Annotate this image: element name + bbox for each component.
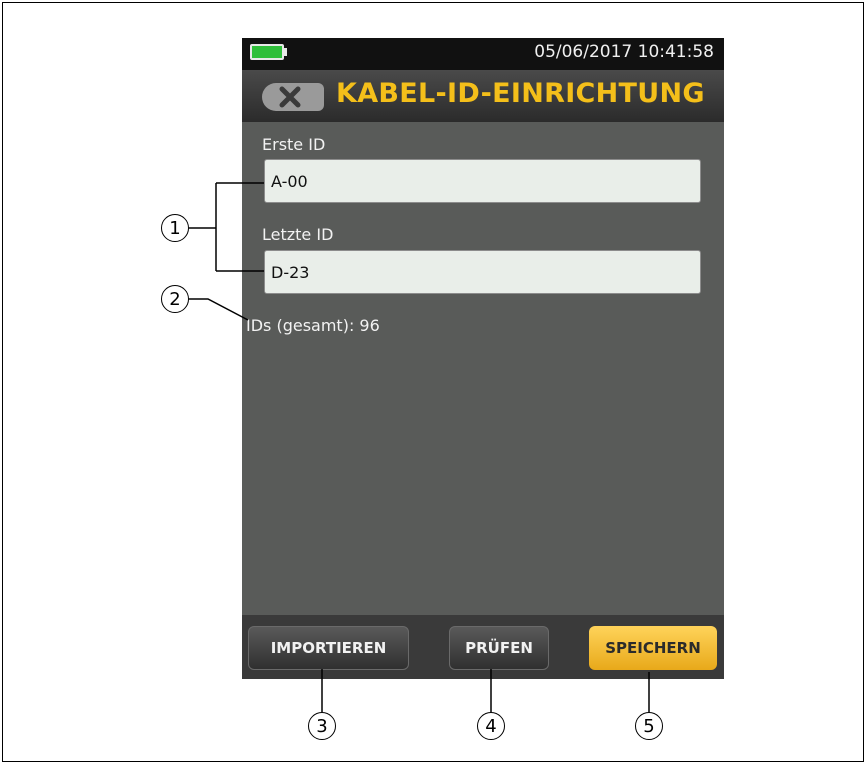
- callout-4: 4: [477, 712, 505, 740]
- callout-2: 2: [161, 285, 189, 313]
- callout-3: 3: [308, 712, 336, 740]
- callout-lines: [189, 182, 650, 712]
- callout-5: 5: [635, 712, 663, 740]
- callout-1: 1: [161, 214, 189, 242]
